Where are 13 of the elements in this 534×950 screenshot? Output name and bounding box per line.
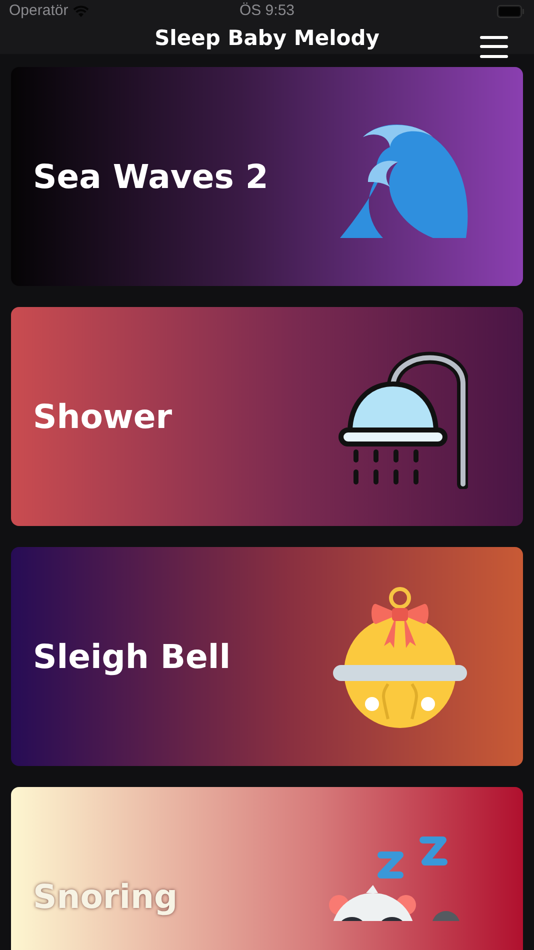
sound-card[interactable]: Shower bbox=[11, 307, 523, 526]
carrier-label: Operatör bbox=[9, 1, 68, 21]
sound-card[interactable]: Sea Waves 2 bbox=[11, 67, 523, 286]
bell-icon bbox=[332, 584, 468, 729]
sound-title: Shower bbox=[33, 396, 172, 438]
sound-title: Snoring bbox=[33, 876, 178, 918]
battery-icon bbox=[496, 4, 525, 18]
sound-title: Sleigh Bell bbox=[33, 636, 231, 678]
status-time: ÖS 9:53 bbox=[239, 1, 295, 21]
menu-icon[interactable] bbox=[480, 36, 508, 58]
app-title: Sleep Baby Melody bbox=[154, 24, 380, 52]
sound-title: Sea Waves 2 bbox=[33, 156, 268, 198]
sound-card[interactable]: Sleigh Bell bbox=[11, 547, 523, 766]
